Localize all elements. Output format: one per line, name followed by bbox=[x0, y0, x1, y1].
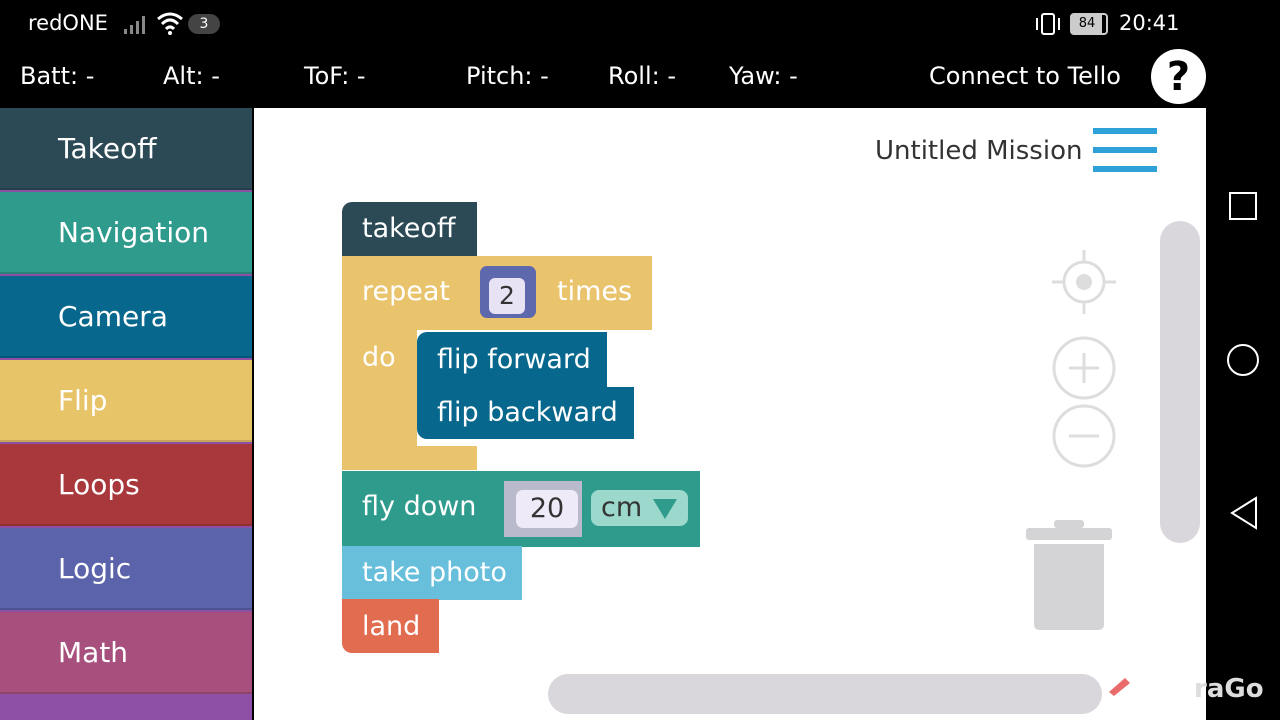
take-photo-block[interactable]: take photo bbox=[342, 546, 522, 600]
category-flip[interactable]: Flip bbox=[0, 360, 252, 442]
recenter-icon[interactable] bbox=[1052, 250, 1116, 318]
takeoff-block[interactable]: takeoff bbox=[342, 202, 477, 257]
altitude-readout: Alt: - bbox=[163, 62, 220, 90]
clock: 20:41 bbox=[1119, 11, 1180, 35]
category-takeoff[interactable]: Takeoff bbox=[0, 108, 252, 190]
category-camera[interactable]: Camera bbox=[0, 276, 252, 358]
block-workspace[interactable]: Untitled Mission takeoff repeat 2 times … bbox=[254, 108, 1206, 720]
horizontal-scrollbar[interactable] bbox=[548, 674, 1102, 714]
repeat-count-bubble[interactable]: 2 bbox=[489, 278, 525, 314]
signal-icon bbox=[124, 14, 150, 38]
trash-icon[interactable] bbox=[1024, 518, 1114, 637]
vibrate-icon bbox=[1033, 12, 1063, 40]
notification-badge: 3 bbox=[188, 14, 220, 34]
pitch-readout: Pitch: - bbox=[466, 62, 549, 90]
hamburger-menu-icon[interactable] bbox=[1093, 128, 1157, 172]
category-label: Math bbox=[58, 635, 129, 669]
category-sidebar: Takeoff Navigation Camera Flip Loops Log… bbox=[0, 108, 252, 720]
help-button[interactable]: ? bbox=[1151, 49, 1206, 104]
recent-apps-icon[interactable] bbox=[1229, 192, 1257, 220]
category-math[interactable]: Math bbox=[0, 612, 252, 694]
category-label: Logic bbox=[58, 551, 132, 585]
dropdown-arrow-icon bbox=[653, 499, 677, 519]
connect-button[interactable]: Connect to Tello bbox=[929, 62, 1121, 90]
flip-backward-block[interactable]: flip backward bbox=[417, 387, 634, 439]
category-label: Navigation bbox=[58, 215, 210, 249]
android-nav-bar bbox=[1206, 108, 1280, 720]
flip-forward-block[interactable]: flip forward bbox=[417, 332, 607, 388]
roll-readout: Roll: - bbox=[608, 62, 676, 90]
category-label: Flip bbox=[58, 383, 108, 417]
repeat-count-value: 2 bbox=[499, 281, 515, 310]
vertical-scrollbar[interactable] bbox=[1160, 221, 1200, 543]
category-loops[interactable]: Loops bbox=[0, 444, 252, 526]
repeat-footer bbox=[342, 446, 477, 470]
yaw-readout: Yaw: - bbox=[729, 62, 798, 90]
mission-title[interactable]: Untitled Mission bbox=[875, 136, 1082, 166]
tof-readout: ToF: - bbox=[304, 62, 366, 90]
battery-icon: 84 bbox=[1070, 13, 1108, 35]
watermark-text: raGo bbox=[1194, 674, 1264, 704]
category-navigation[interactable]: Navigation bbox=[0, 192, 252, 274]
category-logic[interactable]: Logic bbox=[0, 528, 252, 610]
battery-level: 84 bbox=[1072, 15, 1102, 33]
battery-readout: Batt: - bbox=[20, 62, 95, 90]
unit-value: cm bbox=[601, 492, 643, 523]
block-label: flip forward bbox=[437, 344, 591, 375]
fly-down-distance-field[interactable]: 20 bbox=[516, 490, 578, 528]
zoom-in-icon[interactable] bbox=[1052, 336, 1116, 404]
category-label: Takeoff bbox=[58, 131, 157, 165]
category-label: Loops bbox=[58, 467, 140, 501]
home-icon[interactable] bbox=[1227, 344, 1259, 376]
land-block[interactable]: land bbox=[342, 599, 439, 653]
category-label: Camera bbox=[58, 299, 168, 333]
distance-value: 20 bbox=[529, 493, 565, 524]
carrier-name: redONE bbox=[28, 11, 108, 35]
block-label: takeoff bbox=[362, 213, 456, 244]
repeat-label: repeat bbox=[362, 276, 451, 307]
times-label: times bbox=[557, 276, 633, 307]
wifi-icon bbox=[156, 11, 184, 39]
block-label: take photo bbox=[362, 557, 507, 588]
unit-dropdown[interactable]: cm bbox=[591, 490, 688, 526]
status-bar: redONE 3 84 20:41 bbox=[0, 0, 1280, 50]
block-label: flip backward bbox=[437, 397, 618, 428]
zoom-out-icon[interactable] bbox=[1052, 404, 1116, 472]
block-label: land bbox=[362, 611, 421, 642]
back-icon[interactable] bbox=[1228, 496, 1260, 534]
watermark bbox=[1105, 676, 1131, 700]
do-label: do bbox=[362, 342, 396, 373]
block-label: fly down bbox=[362, 491, 477, 522]
